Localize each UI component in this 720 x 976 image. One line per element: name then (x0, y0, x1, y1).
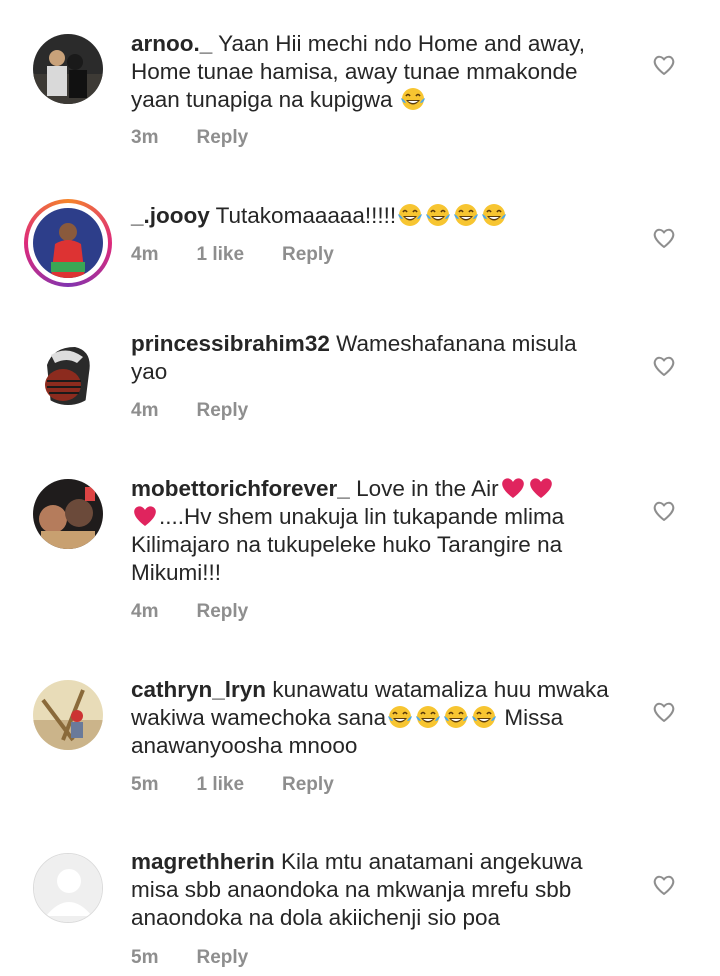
comment-body: princessibrahim32 Wameshafanana misula y… (131, 330, 631, 386)
avatar[interactable] (33, 680, 103, 750)
laughing-tears-emoji (452, 202, 480, 228)
reply-button[interactable]: Reply (196, 947, 248, 969)
comment-meta: 4m Reply (131, 400, 286, 422)
laughing-tears-emoji (399, 86, 427, 112)
avatar[interactable] (33, 853, 103, 923)
avatar[interactable] (33, 208, 103, 278)
comment-body: _.joooy Tutakomaaaaa!!!!! (131, 202, 631, 230)
comment-text: wakiwa wamechoka sana (131, 705, 387, 730)
comment-username[interactable]: mobettorichforever_ (131, 476, 350, 501)
comment-text: Yaan Hii mechi ndo Home and away, (218, 31, 585, 56)
comment-meta: 3m Reply (131, 127, 286, 149)
default-avatar-icon (34, 854, 102, 922)
comment-username[interactable]: arnoo._ (131, 31, 212, 56)
comment-text: yaan tunapiga na kupigwa (131, 87, 393, 112)
comment-time: 5m (131, 947, 159, 968)
comment-text: Kila mtu anatamani angekuwa (281, 849, 583, 874)
like-count[interactable]: 1 like (196, 244, 244, 266)
comment-text: misa sbb anaondoka na mkwanja mrefu sbb (131, 877, 572, 902)
reply-button[interactable]: Reply (282, 244, 334, 266)
comment-time: 4m (131, 601, 159, 622)
comment-body: mobettorichforever_ Love in the Air ....… (131, 475, 631, 587)
comment-username[interactable]: _.joooy (131, 203, 210, 228)
reply-button[interactable]: Reply (196, 400, 248, 422)
laughing-tears-emoji (396, 202, 424, 228)
comment-time: 3m (131, 127, 159, 148)
heart-outline-icon[interactable] (652, 54, 676, 76)
comment-text: kunawatu watamaliza huu mwaka (272, 677, 609, 702)
laughing-tears-emoji (470, 704, 498, 730)
comment-meta: 4m Reply (131, 601, 286, 623)
comment-text: Missa (504, 705, 564, 730)
reply-button[interactable]: Reply (282, 774, 334, 796)
laughing-tears-emoji (414, 704, 442, 730)
comment-meta: 5m Reply (131, 947, 286, 969)
red-heart-emoji (131, 504, 159, 528)
comment-meta: 4m 1 like Reply (131, 244, 372, 266)
comment-text: Kilimajaro na tukupeleke huko Tarangire … (131, 532, 563, 557)
comment-text: Wameshafanana misula (336, 331, 577, 356)
avatar[interactable] (33, 479, 103, 549)
comment-text: Home tunae hamisa, away tunae mmakonde (131, 59, 578, 84)
avatar[interactable] (33, 335, 103, 405)
comment-time: 4m (131, 244, 159, 265)
heart-outline-icon[interactable] (652, 355, 676, 377)
comment-time: 4m (131, 400, 159, 421)
comment-time: 5m (131, 774, 159, 795)
red-heart-emoji (527, 476, 555, 500)
comment-username[interactable]: magrethherin (131, 849, 275, 874)
comment-text: anaondoka na dola akiichenji sio poa (131, 905, 501, 930)
heart-outline-icon[interactable] (652, 227, 676, 249)
laughing-tears-emoji (424, 202, 452, 228)
comment-text: ....Hv shem unakuja lin tukapande mlima (159, 504, 565, 529)
comment-text: Tutakomaaaaa!!!!! (215, 203, 397, 228)
reply-button[interactable]: Reply (196, 601, 248, 623)
comment-text: Love in the Air (356, 476, 499, 501)
comment-text: yao (131, 359, 168, 384)
comment-text: anawanyoosha mnooo (131, 733, 358, 758)
laughing-tears-emoji (442, 704, 470, 730)
heart-outline-icon[interactable] (652, 500, 676, 522)
laughing-tears-emoji (480, 202, 508, 228)
like-count[interactable]: 1 like (196, 774, 244, 796)
comment-meta: 5m 1 like Reply (131, 774, 372, 796)
comment-body: cathryn_lryn kunawatu watamaliza huu mwa… (131, 676, 631, 760)
heart-outline-icon[interactable] (652, 874, 676, 896)
heart-outline-icon[interactable] (652, 701, 676, 723)
comment-username[interactable]: cathryn_lryn (131, 677, 266, 702)
comment-username[interactable]: princessibrahim32 (131, 331, 330, 356)
comment-body: arnoo._ Yaan Hii mechi ndo Home and away… (131, 30, 631, 114)
red-heart-emoji (499, 476, 527, 500)
reply-button[interactable]: Reply (196, 127, 248, 149)
comment-body: magrethherin Kila mtu anatamani angekuwa… (131, 848, 631, 932)
laughing-tears-emoji (386, 704, 414, 730)
avatar[interactable] (33, 34, 103, 104)
comment-text: Mikumi!!! (131, 560, 221, 585)
